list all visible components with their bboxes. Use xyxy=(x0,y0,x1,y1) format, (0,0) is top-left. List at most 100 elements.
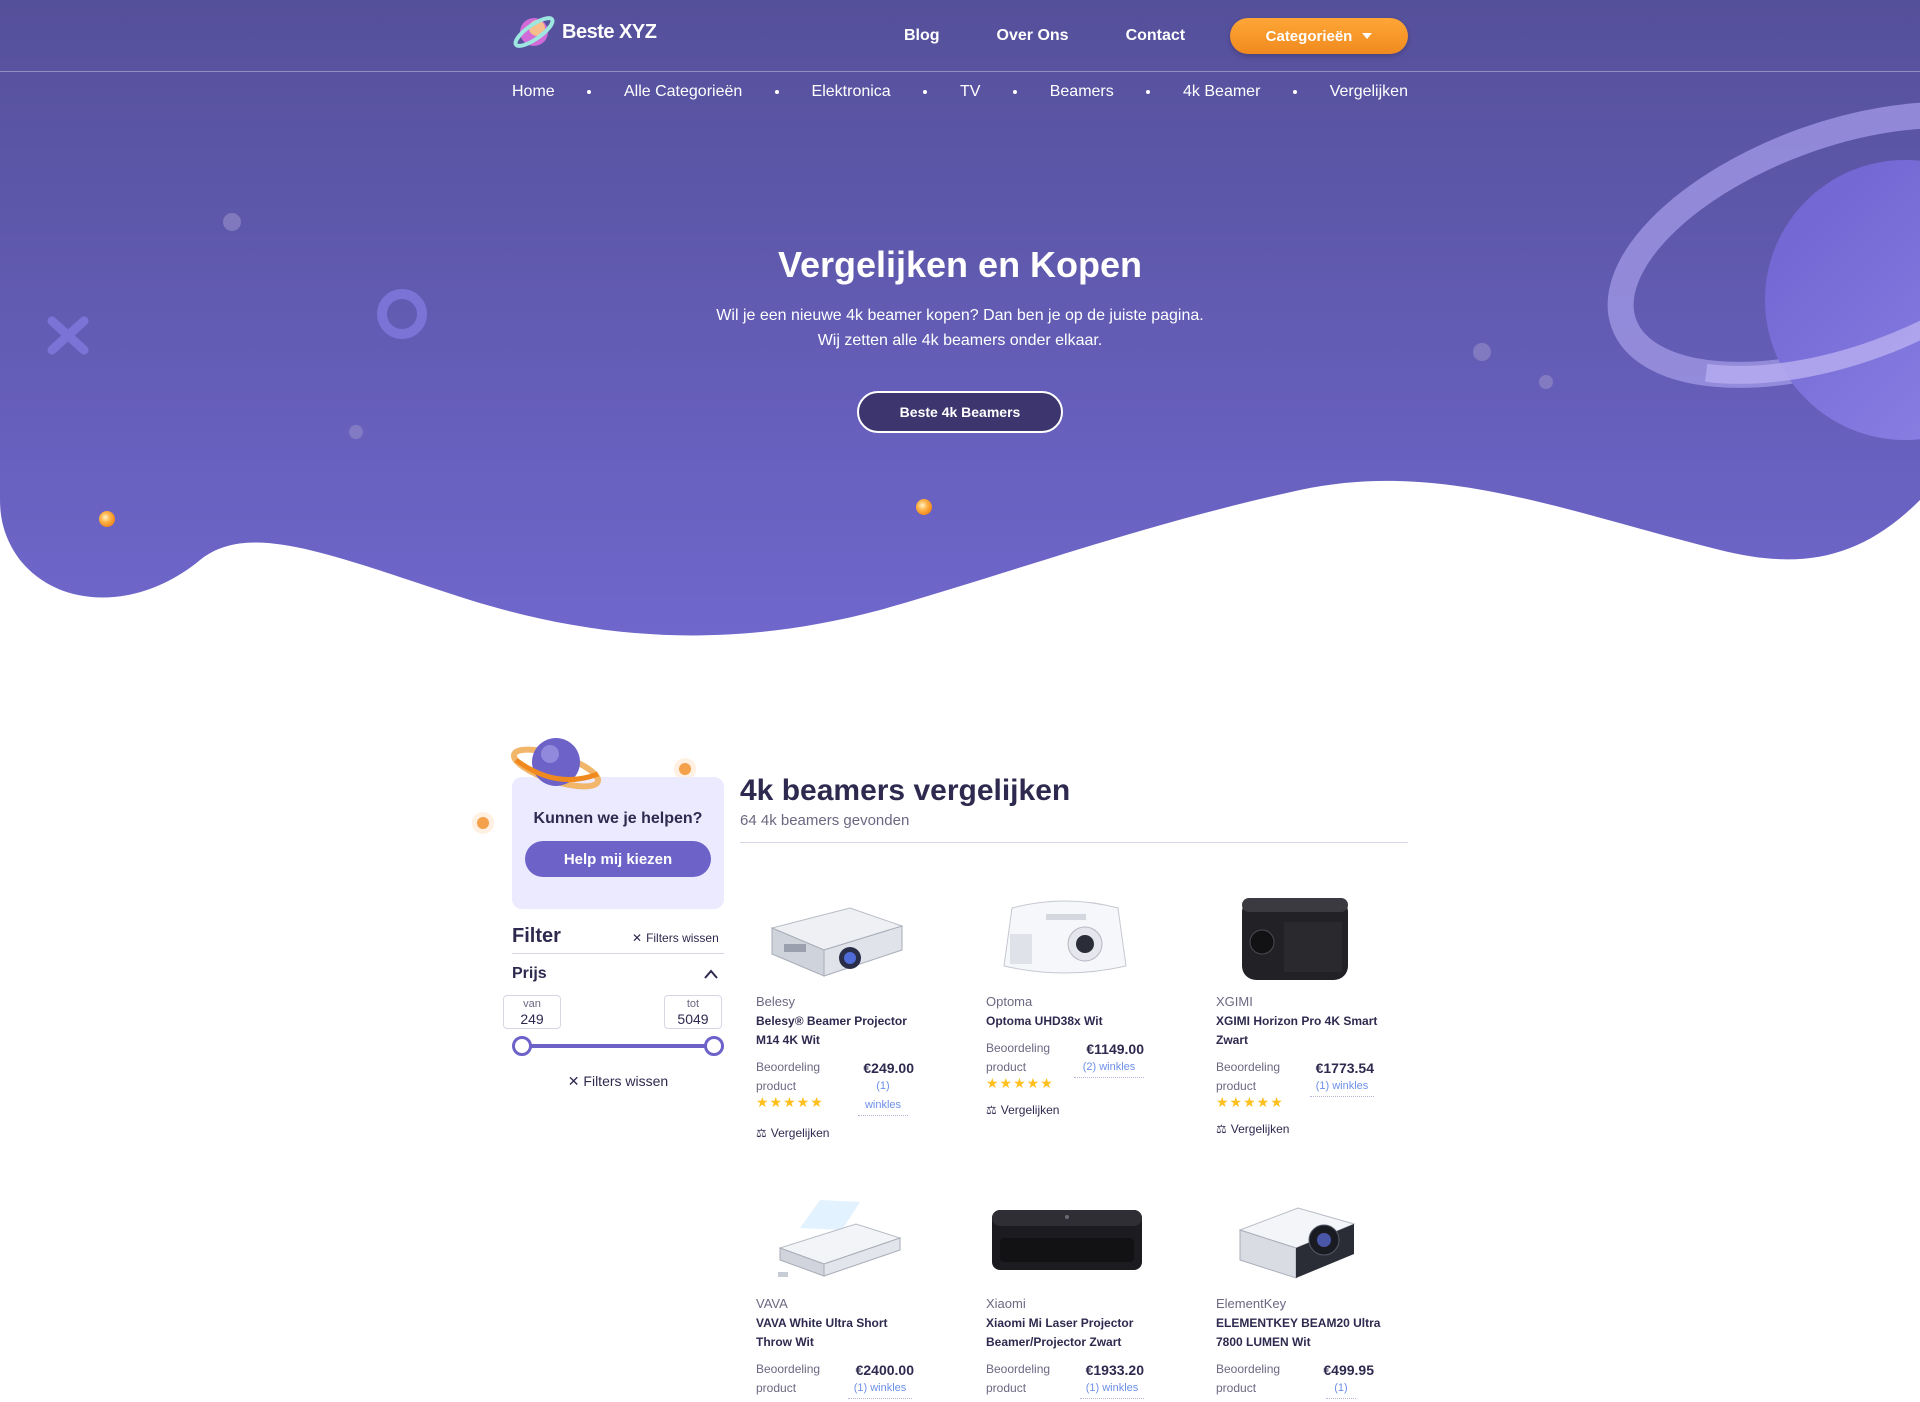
compare-toggle[interactable]: ⚖ Vergelijken xyxy=(756,1126,829,1140)
projector-image-icon xyxy=(992,1210,1142,1270)
filter-divider xyxy=(512,953,724,954)
categories-label: Categorieën xyxy=(1265,27,1353,45)
logo-text: Beste XYZ xyxy=(562,20,657,43)
breadcrumb-home[interactable]: Home xyxy=(512,83,555,101)
shops-link[interactable]: (1) winkles xyxy=(1310,1077,1374,1097)
rating-label: Beoordeling product xyxy=(1216,1058,1280,1096)
main-nav: Blog Over Ons Contact xyxy=(904,18,1242,54)
breadcrumb-separator xyxy=(923,90,928,94)
compare-toggle[interactable]: ⚖ Vergelijken xyxy=(986,1103,1059,1117)
nav-over-ons[interactable]: Over Ons xyxy=(997,27,1069,45)
product-card[interactable]: Belesy Belesy® Beamer Projector M14 4K W… xyxy=(740,880,930,1160)
shops-label: winkles xyxy=(864,1099,902,1111)
results-count: 64 4k beamers gevonden xyxy=(740,812,910,829)
price-slider-min-handle[interactable] xyxy=(512,1036,532,1056)
shops-count: (1) xyxy=(876,1080,890,1092)
rating-stars: ★★★★★ xyxy=(756,1094,824,1110)
close-icon: ✕ xyxy=(632,931,643,945)
product-image[interactable] xyxy=(740,1182,930,1294)
projector-image-icon xyxy=(1238,1207,1356,1279)
rating-label: Beoordeling product xyxy=(1216,1360,1280,1398)
rating-label: Beoordeling product xyxy=(756,1058,820,1096)
shops-link[interactable]: (1) winkles xyxy=(858,1077,908,1116)
rating-label-line1: Beoordeling xyxy=(986,1041,1051,1055)
product-image[interactable] xyxy=(970,880,1160,992)
hero-subtitle-line1: Wil je een nieuwe 4k beamer kopen? Dan b… xyxy=(716,307,1204,324)
product-brand: Xiaomi xyxy=(986,1296,1026,1311)
product-brand: ElementKey xyxy=(1216,1296,1287,1311)
rating-label-line1: Beoordeling xyxy=(756,1362,821,1376)
price-slider-max-handle[interactable] xyxy=(704,1036,724,1056)
product-name[interactable]: Xiaomi Mi Laser Projector Beamer/Project… xyxy=(986,1314,1152,1352)
planet-illustration-icon xyxy=(510,738,602,790)
shops-link[interactable]: (1) winkles xyxy=(1080,1379,1144,1399)
product-image[interactable] xyxy=(740,880,930,992)
compare-toggle[interactable]: ⚖ Vergelijken xyxy=(1216,1122,1289,1136)
title-divider xyxy=(740,842,1408,843)
product-card[interactable]: Optoma Optoma UHD38x Wit Beoordeling pro… xyxy=(970,880,1160,1140)
rating-label-line1: Beoordeling xyxy=(1216,1060,1281,1074)
product-image[interactable] xyxy=(970,1182,1160,1294)
product-image[interactable] xyxy=(1200,1182,1390,1294)
compare-label: Vergelijken xyxy=(1000,1103,1060,1117)
product-card[interactable]: Xiaomi Xiaomi Mi Laser Projector Beamer/… xyxy=(970,1182,1160,1402)
clear-filters-link[interactable]: ✕ Filters wissen xyxy=(632,931,719,945)
price-to-label: tot xyxy=(686,998,700,1010)
product-brand: XGIMI xyxy=(1216,994,1253,1009)
product-brand: Belesy xyxy=(756,994,796,1009)
product-brand: Optoma xyxy=(986,994,1033,1009)
rating-label-line1: Beoordeling xyxy=(1216,1362,1281,1376)
product-card[interactable]: ElementKey ELEMENTKEY BEAM20 Ultra 7800 … xyxy=(1200,1182,1390,1402)
product-name[interactable]: Belesy® Beamer Projector M14 4K Wit xyxy=(756,1012,922,1050)
projector-image-icon xyxy=(1242,898,1348,980)
hero-subtitle-line2: Wij zetten alle 4k beamers onder elkaar. xyxy=(817,332,1103,349)
nav-blog[interactable]: Blog xyxy=(904,27,940,45)
best-4k-beamers-button[interactable]: Beste 4k Beamers xyxy=(857,391,1063,433)
product-name[interactable]: XGIMI Horizon Pro 4K Smart Zwart xyxy=(1216,1012,1382,1050)
page-title: 4k beamers vergelijken xyxy=(740,774,1071,807)
product-card[interactable]: VAVA VAVA White Ultra Short Throw Wit Be… xyxy=(740,1182,930,1402)
planet-logo-icon xyxy=(513,16,555,48)
breadcrumb-vergelijken[interactable]: Vergelijken xyxy=(1330,83,1408,101)
product-name[interactable]: ELEMENTKEY BEAM20 Ultra 7800 LUMEN Wit xyxy=(1216,1314,1382,1352)
product-price: €2400.00 xyxy=(855,1362,914,1378)
product-card[interactable]: XGIMI XGIMI Horizon Pro 4K Smart Zwart B… xyxy=(1200,880,1390,1150)
nav-contact[interactable]: Contact xyxy=(1126,27,1186,45)
shops-link[interactable]: (1) winkles xyxy=(848,1379,912,1399)
shops-link[interactable]: (1) xyxy=(1326,1379,1356,1399)
clear-filters-bottom-link[interactable]: ✕ Filters wissen xyxy=(512,1073,724,1090)
shops-link[interactable]: (2) winkles xyxy=(1074,1058,1144,1078)
rating-label-line2: product xyxy=(756,1381,797,1395)
product-image[interactable] xyxy=(1200,880,1390,992)
projector-image-icon xyxy=(778,1200,902,1277)
breadcrumb-4k-beamer[interactable]: 4k Beamer xyxy=(1183,83,1260,101)
product-name[interactable]: Optoma UHD38x Wit xyxy=(986,1012,1152,1031)
orb-decoration xyxy=(472,812,494,834)
rating-stars: ★★★★★ xyxy=(986,1075,1054,1091)
breadcrumb-elektronica[interactable]: Elektronica xyxy=(812,83,891,101)
projector-image-icon xyxy=(1003,900,1127,974)
product-name[interactable]: VAVA White Ultra Short Throw Wit xyxy=(756,1314,922,1352)
price-to-box[interactable]: tot 5049 xyxy=(664,995,722,1029)
product-brand: VAVA xyxy=(756,1296,788,1311)
product-price: €249.00 xyxy=(863,1060,914,1076)
price-filter-label: Prijs xyxy=(512,965,547,982)
price-slider-track[interactable] xyxy=(522,1044,714,1048)
categories-dropdown-button[interactable]: Categorieën xyxy=(1230,18,1408,54)
site-logo[interactable]: Beste XYZ xyxy=(512,12,657,52)
rating-label-line2: product xyxy=(986,1381,1027,1395)
breadcrumb-tv[interactable]: TV xyxy=(960,83,980,101)
breadcrumb-separator xyxy=(774,90,779,94)
scale-icon: ⚖ xyxy=(756,1126,767,1140)
chevron-up-icon[interactable] xyxy=(703,968,719,980)
help-me-choose-button[interactable]: Help mij kiezen xyxy=(525,841,711,877)
breadcrumb-alle-categorieen[interactable]: Alle Categorieën xyxy=(624,83,742,101)
chevron-down-icon xyxy=(1362,33,1373,39)
price-from-box[interactable]: van 249 xyxy=(503,995,561,1029)
breadcrumb-beamers[interactable]: Beamers xyxy=(1050,83,1114,101)
clear-filters-bottom-label: Filters wissen xyxy=(583,1073,669,1089)
hero-subtitle: Wil je een nieuwe 4k beamer kopen? Dan b… xyxy=(512,303,1408,353)
rating-label-line1: Beoordeling xyxy=(986,1362,1051,1376)
rating-label: Beoordeling product xyxy=(986,1039,1050,1077)
product-price: €499.95 xyxy=(1323,1362,1374,1378)
